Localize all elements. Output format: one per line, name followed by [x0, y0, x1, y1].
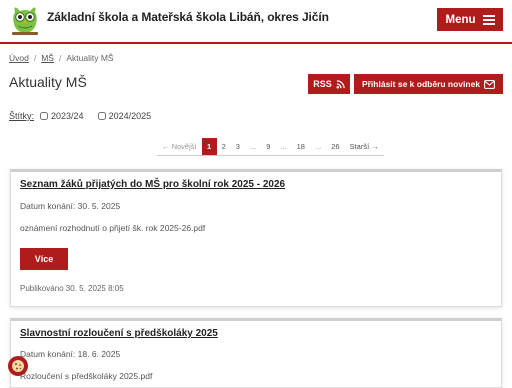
menu-label: Menu [445, 13, 476, 26]
article-description: oznámení rozhodnutí o přijetí šk. rok 20… [20, 223, 206, 233]
pagination-page[interactable]: 9 [261, 138, 275, 155]
tag-label: 2024/2025 [108, 111, 152, 121]
site-title[interactable]: Základní škola a Mateřská škola Libáň, o… [47, 10, 329, 24]
rss-label: RSS [313, 79, 332, 89]
breadcrumb-current: Aktuality MŠ [66, 53, 114, 63]
pagination-ellipsis: ... [249, 142, 257, 151]
pagination-ellipsis: ... [280, 142, 287, 151]
pagination-page[interactable]: 3 [231, 138, 245, 155]
more-button[interactable]: Více [20, 248, 68, 270]
breadcrumb-separator: / [58, 53, 62, 63]
site-header: Základní škola a Mateřská škola Libáň, o… [0, 0, 512, 44]
pagination-page[interactable]: 18 [292, 138, 310, 155]
owl-logo-icon[interactable] [9, 4, 41, 38]
rss-icon [336, 79, 345, 88]
pagination-page-current: 1 [201, 138, 217, 155]
pagination: ← Novější 1 2 3 ... 9 ... 18 ... 26 Star… [157, 138, 384, 156]
article-card: Seznam žáků přijatých do MŠ pro školní r… [10, 169, 502, 307]
breadcrumb-ms[interactable]: MŠ [41, 53, 54, 63]
tag-option-2023-24[interactable]: 2023/24 [40, 111, 84, 121]
cookie-settings-button[interactable] [8, 356, 28, 376]
hamburger-icon [482, 14, 495, 25]
subscribe-button[interactable]: Přihlásit se k odběru novinek [354, 74, 503, 94]
tag-label: 2023/24 [51, 111, 84, 121]
cookie-icon [12, 360, 24, 372]
article-title[interactable]: Slavnostní rozloučení s předškoláky 2025 [20, 328, 218, 339]
article-card: Slavnostní rozloučení s předškoláky 2025… [10, 318, 502, 388]
pagination-next[interactable]: Starší → [345, 138, 384, 155]
pagination-page[interactable]: 2 [217, 138, 231, 155]
menu-button[interactable]: Menu [437, 8, 503, 31]
page-title: Aktuality MŠ [9, 74, 87, 90]
article-title[interactable]: Seznam žáků přijatých do MŠ pro školní r… [20, 179, 285, 190]
tags-label: Štítky: [9, 111, 35, 121]
breadcrumb-separator: / [33, 53, 37, 63]
envelope-icon [484, 79, 495, 89]
tag-checkbox[interactable] [97, 112, 106, 120]
pagination-prev: ← Novější [162, 142, 197, 151]
subscribe-label: Přihlásit se k odběru novinek [361, 79, 481, 89]
breadcrumb: Úvod / MŠ / Aktuality MŠ [9, 53, 114, 63]
breadcrumb-home[interactable]: Úvod [9, 53, 29, 63]
article-description: Rozloučení s předškoláky 2025.pdf [20, 371, 153, 381]
article-date: Datum konání: 18. 6. 2025 [20, 349, 121, 359]
tag-checkbox[interactable] [40, 112, 49, 120]
tag-filter: Štítky: 2023/24 2024/2025 [9, 111, 165, 121]
pagination-ellipsis: ... [314, 142, 322, 151]
article-published: Publikováno 30. 5. 2025 8:05 [20, 284, 124, 293]
article-date: Datum konání: 30. 5. 2025 [20, 201, 121, 211]
tag-option-2024-2025[interactable]: 2024/2025 [97, 111, 152, 121]
rss-button[interactable]: RSS [308, 74, 350, 94]
pagination-page[interactable]: 26 [326, 138, 344, 155]
